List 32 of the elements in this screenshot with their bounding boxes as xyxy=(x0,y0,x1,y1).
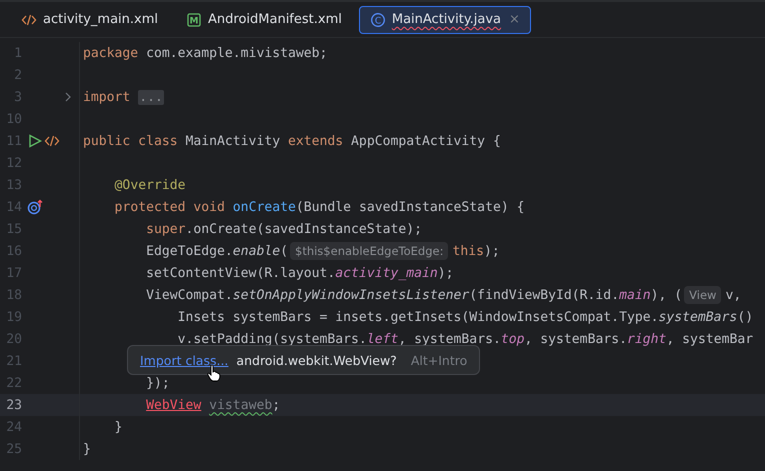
run-icon[interactable] xyxy=(27,133,43,149)
code-line: WebView vistaweb; xyxy=(146,398,280,412)
override-icon[interactable] xyxy=(27,199,43,215)
code-line: }); xyxy=(146,376,170,390)
code-line: super.onCreate(savedInstanceState); xyxy=(146,222,422,236)
code-line: package com.example.mivistaweb; xyxy=(83,46,328,60)
code-line: protected void onCreate(Bundle savedInstanceState) { xyxy=(114,200,524,214)
code-line: } xyxy=(114,420,122,434)
code-text: EdgeToEdge.enable( xyxy=(146,244,288,258)
hand-cursor-icon xyxy=(207,364,221,382)
code-text: import xyxy=(83,90,132,104)
code-text: v, xyxy=(725,288,742,302)
shortcut-label: Alt+Intro xyxy=(410,352,468,368)
code-text: this); xyxy=(452,244,500,258)
parameter-hint: View xyxy=(684,286,722,304)
line-number: 23 xyxy=(5,398,22,412)
code-line: } xyxy=(83,442,91,456)
code-brackets-icon[interactable] xyxy=(44,133,60,149)
popup-message: android.webkit.WebView? xyxy=(236,352,397,368)
code-line: @Override xyxy=(114,178,186,192)
letter-circle-icon: C xyxy=(370,12,386,28)
editor-tab[interactable]: M AndroidManifest.xml xyxy=(175,6,353,34)
code-line: setContentView(R.layout.activity_main); xyxy=(146,266,454,280)
import-class-link[interactable]: Import class... xyxy=(140,352,228,368)
letter-square-icon: M xyxy=(186,12,202,28)
parameter-hint: $this$enableEdgeToEdge: xyxy=(290,242,448,260)
code-line: public class MainActivity extends AppCompatActivity { xyxy=(83,134,501,148)
code-line: Insets systemBars = insets.getInsets(WindowInsetsCompat.Type.systemBars() xyxy=(178,310,754,324)
editor-tab[interactable]: C MainActivity.java × xyxy=(358,6,531,34)
editor-tab[interactable]: activity_main.xml xyxy=(10,6,170,34)
code-text: ViewCompat.setOnApplyWindowInsetsListener(findViewById(R.id.main), ( xyxy=(146,288,682,302)
code-line: v.setPadding(systemBars.left, systemBars.top, systemBars.right, systemBar xyxy=(178,332,754,346)
